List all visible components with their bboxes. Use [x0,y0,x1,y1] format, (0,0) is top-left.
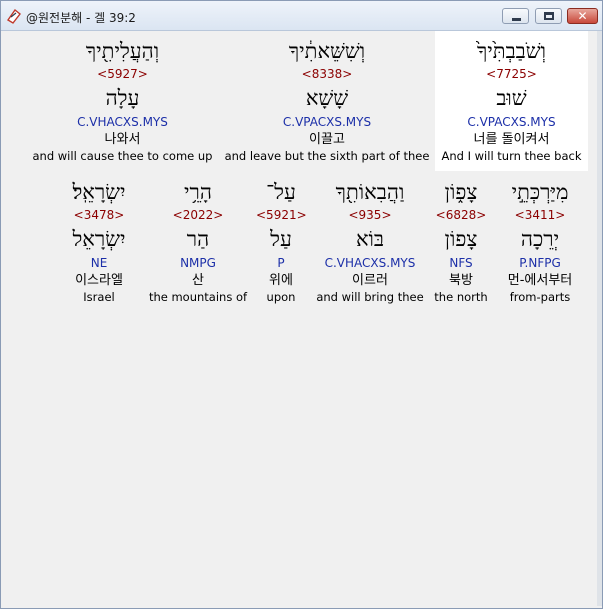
hebrew-lemma: שָׁשָׁא [305,86,349,110]
english-gloss: the mountains of [148,290,248,304]
word-row2-1[interactable]: מִיַּרְכְּתֵ֣י <3411> יְרֵכָה P.NFPG 먼-에… [496,177,584,305]
parsing-code: C.VPACXS.MYS [282,115,372,129]
app-window: @원전분해 - 겔 39:2 ✕ וְהַעֲלִיתִ֖יךָ <5927> … [0,0,603,609]
english-gloss: And I will turn thee back [441,149,582,163]
close-button[interactable]: ✕ [567,8,598,24]
english-gloss: and will cause thee to come up [32,149,213,163]
word-row2-4[interactable]: עַל־ <5921> עַל P 위에 upon [256,177,307,305]
korean-gloss: 북방 [449,273,473,288]
parsing-code: NMPG [180,256,216,270]
hebrew-word: יִשְׂרָאֵֽל׃ [72,180,126,204]
korean-gloss: 산 [192,273,204,288]
hebrew-lemma: עַל [270,227,292,251]
hebrew-word: וְשֹׁבַבְתִּ֙יךָ֙ [476,39,547,63]
strong-number[interactable]: <2022> [145,207,251,223]
hebrew-lemma: צָפוֹן [444,227,478,251]
close-icon: ✕ [577,9,588,23]
word-row1-1-selected[interactable]: וְשֹׁבַבְתִּ֙יךָ֙ <7725> שׁוּב C.VPACXS.… [435,31,588,171]
maximize-icon [544,12,554,20]
word-row1-3[interactable]: וְהַעֲלִיתִ֖יךָ <5927> עָלָה C.VHACXS.MY… [30,36,215,164]
korean-gloss: 이끌고 [309,132,345,147]
minimize-icon [512,18,521,21]
strong-number[interactable]: <5927> [30,66,215,82]
interlinear-panel: וְהַעֲלִיתִ֖יךָ <5927> עָלָה C.VHACXS.MY… [2,31,597,606]
hebrew-word: וְשִׁשֵּׁאתִ֔יךָ [288,39,366,63]
parsing-code: NE [90,256,108,270]
strong-number[interactable]: <7725> [435,66,588,82]
hebrew-word: וַהֲבִאוֹתִ֖ךָ [335,180,405,204]
hebrew-lemma: יְרֵכָה [520,227,560,251]
parsing-code: C.VPACXS.MYS [467,115,556,129]
korean-gloss: 먼-에서부터 [507,273,573,288]
english-gloss: Israel [83,290,115,304]
parsing-code: P.NFPG [519,256,561,270]
window-title: @원전분해 - 겔 39:2 [26,11,136,25]
word-row2-2[interactable]: צָפ֑וֹן <6828> צָפוֹן NFS 북방 the north [432,177,490,305]
korean-gloss: 너를 돌이켜서 [473,132,550,147]
minimize-button[interactable] [502,8,529,24]
strong-number[interactable]: <5921> [256,207,307,223]
english-gloss: and will bring thee [316,290,424,304]
english-gloss: and leave but the sixth part of thee [224,149,430,163]
word-row2-5[interactable]: הָרֵ֥י <2022> הַר NMPG 산 the mountains o… [145,177,251,305]
hebrew-lemma: יִשְׂרָאֵל [72,227,126,251]
scrollbar-track[interactable] [597,31,602,606]
korean-gloss: 이스라엘 [75,273,123,288]
english-gloss: upon [266,290,296,304]
parsing-code: NFS [449,256,473,270]
app-icon [6,8,21,24]
english-gloss: the north [434,290,488,304]
hebrew-word: וְהַעֲלִיתִ֖יךָ [85,39,160,63]
parsing-code: C.VHACXS.MYS [324,256,416,270]
hebrew-lemma: עָלָה [105,86,140,110]
hebrew-lemma: בּוֹא [355,227,385,251]
hebrew-lemma: שׁוּב [496,86,527,110]
maximize-button[interactable] [535,8,562,24]
english-gloss: from-parts [509,290,571,304]
korean-gloss: 나와서 [104,132,141,147]
strong-number[interactable]: <6828> [432,207,490,223]
word-row1-2[interactable]: וְשִׁשֵּׁאתִ֔יךָ <8338> שָׁשָׁא C.VPACXS… [224,36,430,164]
strong-number[interactable]: <935> [312,207,428,223]
hebrew-word: עַל־ [266,180,296,204]
hebrew-word: הָרֵ֥י [184,180,212,204]
strong-number[interactable]: <3411> [496,207,584,223]
hebrew-word: צָפ֑וֹן [444,180,478,204]
strong-number[interactable]: <3478> [62,207,136,223]
hebrew-lemma: הַר [186,227,210,251]
title-bar[interactable]: @원전분해 - 겔 39:2 ✕ [1,1,602,31]
strong-number[interactable]: <8338> [224,66,430,82]
korean-gloss: 이르러 [352,273,388,288]
korean-gloss: 위에 [269,273,293,288]
hebrew-word: מִיַּרְכְּתֵ֣י [511,180,569,204]
parsing-code: C.VHACXS.MYS [77,115,168,129]
word-row2-3[interactable]: וַהֲבִאוֹתִ֖ךָ <935> בּוֹא C.VHACXS.MYS … [312,177,428,305]
parsing-code: P [277,256,285,270]
word-row2-6[interactable]: יִשְׂרָאֵֽל׃ <3478> יִשְׂרָאֵל NE 이스라엘 I… [62,177,136,305]
